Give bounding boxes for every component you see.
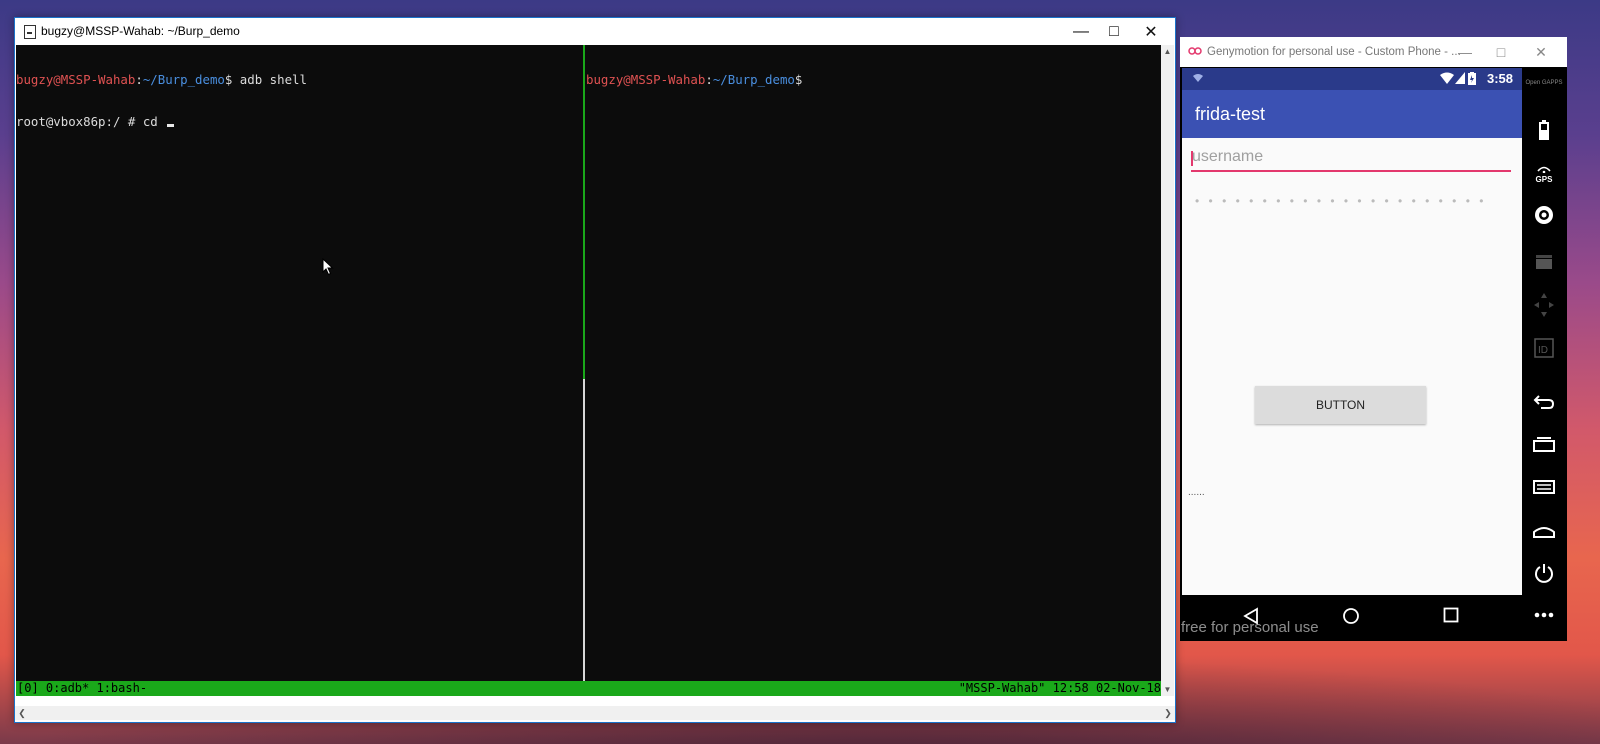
genymotion-sidebar: Open GAPPS GPS ID bbox=[1522, 68, 1566, 641]
tmux-status-info: "MSSP-Wahab" 12:58 02-Nov-18 bbox=[958, 681, 1161, 695]
genymotion-title: Genymotion for personal use - Custom Pho… bbox=[1207, 46, 1461, 58]
dpad-icon[interactable] bbox=[1522, 293, 1566, 317]
recent-apps-icon[interactable] bbox=[1522, 436, 1566, 452]
genymotion-window[interactable]: Genymotion for personal use - Custom Pho… bbox=[1180, 37, 1567, 641]
scroll-down-icon[interactable]: ▼ bbox=[1161, 683, 1174, 696]
prompt-path: ~/Burp_demo bbox=[712, 72, 795, 87]
wifi-icon bbox=[1440, 72, 1454, 84]
home-icon[interactable] bbox=[1522, 524, 1566, 538]
close-icon[interactable]: ✕ bbox=[1526, 37, 1556, 67]
menu-icon[interactable] bbox=[1522, 480, 1566, 494]
power-icon[interactable] bbox=[1522, 562, 1566, 584]
close-icon[interactable]: ✕ bbox=[1128, 18, 1174, 45]
password-field[interactable]: • • • • • • • • • • • • • • • • • • • • … bbox=[1195, 194, 1486, 208]
tmux-window-list[interactable]: [0] 0:adb* 1:bash- bbox=[17, 681, 147, 696]
mouse-pointer-icon bbox=[322, 258, 334, 276]
pane-divider-active bbox=[583, 45, 585, 379]
genymotion-titlebar[interactable]: Genymotion for personal use - Custom Pho… bbox=[1180, 37, 1567, 67]
scroll-left-icon[interactable]: ❮ bbox=[15, 706, 29, 720]
shell-prompt: root@vbox86p:/ # cd bbox=[16, 114, 166, 129]
prompt-user: bugzy@MSSP-Wahab bbox=[16, 72, 136, 87]
tmux-status-bar: [0] 0:adb* 1:bash- "MSSP-Wahab" 12:58 02… bbox=[16, 681, 1161, 696]
gps-label: GPS bbox=[1535, 175, 1553, 184]
capture-icon[interactable] bbox=[1522, 254, 1566, 270]
text-cursor bbox=[167, 124, 175, 127]
camera-icon[interactable] bbox=[1522, 205, 1566, 225]
maximize-icon[interactable]: □ bbox=[1486, 37, 1516, 67]
svg-text:ID: ID bbox=[1538, 345, 1548, 356]
id-icon[interactable]: ID bbox=[1522, 338, 1566, 358]
prompt-sep: : bbox=[705, 72, 713, 87]
battery-charging-icon bbox=[1468, 72, 1476, 85]
prompt-sep: : bbox=[135, 72, 143, 87]
terminal-title: bugzy@MSSP-Wahab: ~/Burp_demo bbox=[41, 24, 240, 38]
scroll-up-icon[interactable]: ▲ bbox=[1161, 45, 1174, 58]
battery-icon[interactable] bbox=[1522, 120, 1566, 140]
tmux-pane-left[interactable]: bugzy@MSSP-Wahab:~/Burp_demo$ adb shell … bbox=[16, 45, 582, 681]
text-caret bbox=[1191, 151, 1193, 166]
status-time: 3:58 bbox=[1486, 71, 1513, 86]
output-text: ...... bbox=[1188, 487, 1205, 498]
prompt-path: ~/Burp_demo bbox=[142, 72, 225, 87]
terminal-line: root@vbox86p:/ # cd bbox=[16, 115, 582, 129]
more-icon[interactable] bbox=[1522, 612, 1566, 618]
horizontal-scrollbar[interactable]: ❮ ❯ bbox=[15, 706, 1175, 720]
username-placeholder: username bbox=[1192, 148, 1264, 165]
terminal-titlebar[interactable]: bugzy@MSSP-Wahab: ~/Burp_demo — □ ✕ bbox=[15, 18, 1175, 45]
android-status-bar: 3:58 bbox=[1182, 68, 1522, 90]
nav-home-icon[interactable] bbox=[1342, 607, 1360, 625]
signal-icon bbox=[1455, 72, 1465, 84]
username-field[interactable]: username bbox=[1191, 148, 1511, 172]
terminal-line: bugzy@MSSP-Wahab:~/Burp_demo$ adb shell bbox=[16, 73, 582, 87]
open-gapps-icon[interactable]: Open GAPPS bbox=[1522, 80, 1566, 86]
terminal-content[interactable]: bugzy@MSSP-Wahab:~/Burp_demo$ adb shell … bbox=[16, 45, 1161, 681]
back-icon[interactable] bbox=[1522, 394, 1566, 410]
notification-wifi-icon bbox=[1193, 74, 1203, 82]
minimize-icon[interactable]: — bbox=[1450, 37, 1480, 67]
terminal-line: bugzy@MSSP-Wahab:~/Burp_demo$ bbox=[586, 73, 1161, 87]
genymotion-watermark: free for personal use bbox=[1181, 619, 1319, 636]
genymotion-logo-icon bbox=[1188, 47, 1202, 55]
prompt-user: bugzy@MSSP-Wahab bbox=[586, 72, 706, 87]
android-screen[interactable]: 3:58 frida-test username • • • • • • • •… bbox=[1182, 68, 1522, 595]
gps-icon[interactable] bbox=[1522, 165, 1566, 173]
app-title: frida-test bbox=[1195, 104, 1266, 124]
prompt-command: $ adb shell bbox=[224, 72, 307, 87]
vertical-scrollbar[interactable]: ▲ ▼ bbox=[1161, 45, 1174, 696]
prompt-command: $ bbox=[794, 72, 803, 87]
tmux-pane-right[interactable]: bugzy@MSSP-Wahab:~/Burp_demo$ bbox=[586, 45, 1161, 681]
terminal-app-icon bbox=[24, 25, 36, 39]
scroll-right-icon[interactable]: ❯ bbox=[1161, 706, 1175, 720]
nav-recents-icon[interactable] bbox=[1443, 607, 1459, 623]
app-bar: frida-test bbox=[1182, 90, 1522, 138]
terminal-window[interactable]: bugzy@MSSP-Wahab: ~/Burp_demo — □ ✕ bugz… bbox=[14, 17, 1176, 723]
main-button[interactable]: BUTTON bbox=[1255, 386, 1426, 424]
